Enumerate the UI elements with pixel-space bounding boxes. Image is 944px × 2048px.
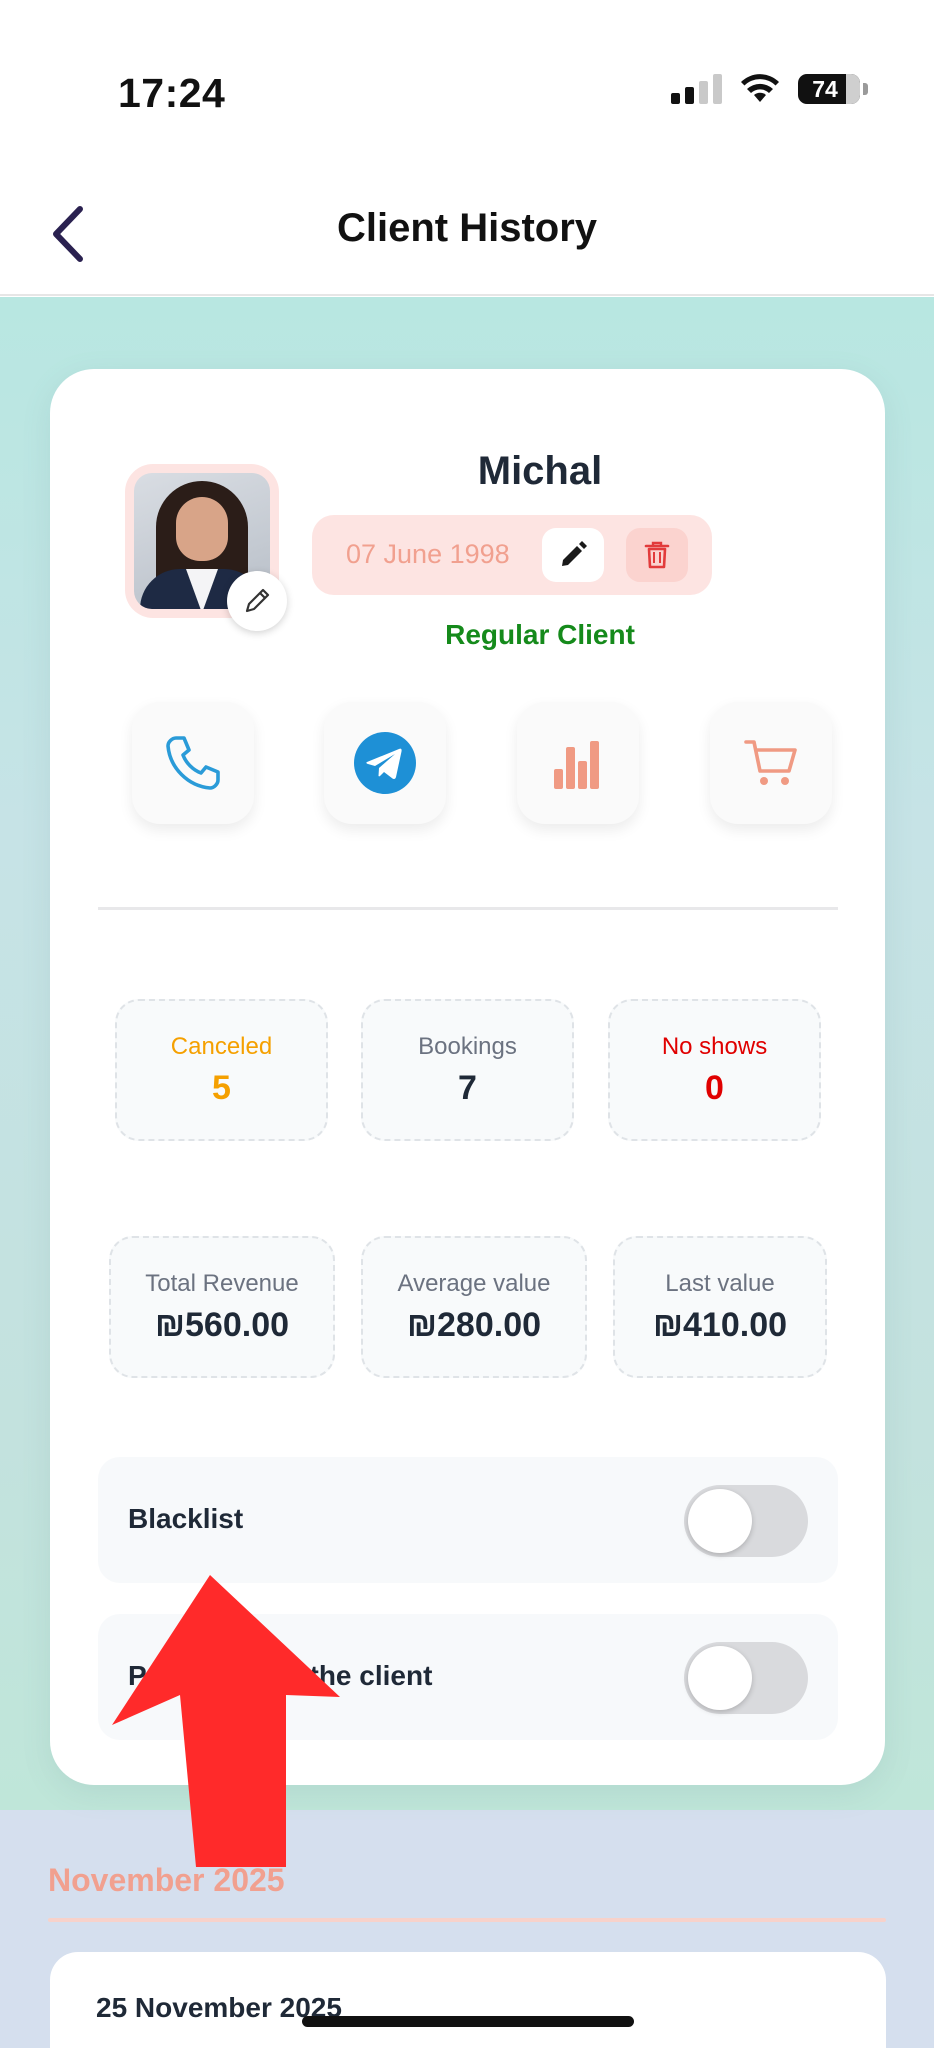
history-entry-card[interactable]: 25 November 2025 [50, 1952, 886, 2048]
no-shows-stat: No shows 0 [608, 999, 821, 1141]
birthdate-text: 07 June 1998 [346, 539, 510, 569]
nav-bar: Client History [0, 170, 934, 296]
status-bar: 17:24 74 [0, 0, 944, 170]
pencil-icon [562, 541, 587, 566]
bookings-label: Bookings [418, 1033, 517, 1060]
no-shows-value: 0 [705, 1069, 724, 1107]
canceled-label: Canceled [170, 1033, 273, 1060]
battery-level: 74 [812, 75, 838, 102]
call-button[interactable] [132, 702, 254, 824]
average-value-label: Average value [397, 1270, 551, 1297]
wifi-icon [741, 74, 779, 102]
cellular-signal-icon [671, 74, 722, 104]
cart-icon [744, 740, 797, 785]
divider [98, 907, 838, 910]
pencil-icon [245, 588, 270, 613]
phone-icon [166, 736, 220, 790]
month-header: November 2025 [48, 1862, 285, 1898]
average-value-value: ₪280.00 [406, 1306, 542, 1344]
stats-button[interactable] [517, 702, 639, 824]
avatar-edit-button[interactable] [227, 571, 287, 631]
canceled-value: 5 [212, 1069, 231, 1107]
no-shows-label: No shows [661, 1033, 768, 1060]
status-icons: 74 [671, 74, 868, 104]
delete-birthdate-button[interactable] [626, 528, 688, 582]
battery-icon: 74 [798, 74, 868, 104]
client-card: Michal 07 June 1998 Regular Client Cance… [50, 369, 885, 1785]
page-title: Client History [336, 206, 598, 250]
bar-chart-icon [554, 741, 599, 789]
client-type-label: Regular Client [445, 619, 635, 650]
last-value-value: ₪410.00 [652, 1306, 788, 1344]
last-value-label: Last value [665, 1270, 775, 1297]
bookings-stat: Bookings 7 [361, 999, 574, 1141]
birthdate-pill: 07 June 1998 [312, 515, 712, 595]
status-time: 17:24 [118, 70, 226, 116]
home-indicator [302, 2016, 634, 2027]
trash-icon [644, 541, 670, 569]
blacklist-toggle[interactable] [684, 1485, 808, 1557]
canceled-stat: Canceled 5 [115, 999, 328, 1141]
blacklist-label: Blacklist [128, 1503, 244, 1534]
blacklist-row: Blacklist [98, 1457, 838, 1583]
average-value-stat: Average value ₪280.00 [361, 1236, 587, 1378]
telegram-icon [354, 732, 416, 794]
bookings-value: 7 [458, 1069, 477, 1107]
total-revenue-value: ₪560.00 [154, 1306, 290, 1344]
cart-button[interactable] [710, 702, 832, 824]
total-revenue-stat: Total Revenue ₪560.00 [109, 1236, 335, 1378]
client-name: Michal [477, 449, 603, 493]
telegram-button[interactable] [324, 702, 446, 824]
client-permission-toggle[interactable] [684, 1642, 808, 1714]
total-revenue-label: Total Revenue [145, 1270, 299, 1297]
red-arrow-annotation [112, 1575, 340, 1867]
last-value-stat: Last value ₪410.00 [613, 1236, 827, 1378]
month-divider [48, 1918, 886, 1922]
edit-birthdate-button[interactable] [542, 528, 604, 582]
